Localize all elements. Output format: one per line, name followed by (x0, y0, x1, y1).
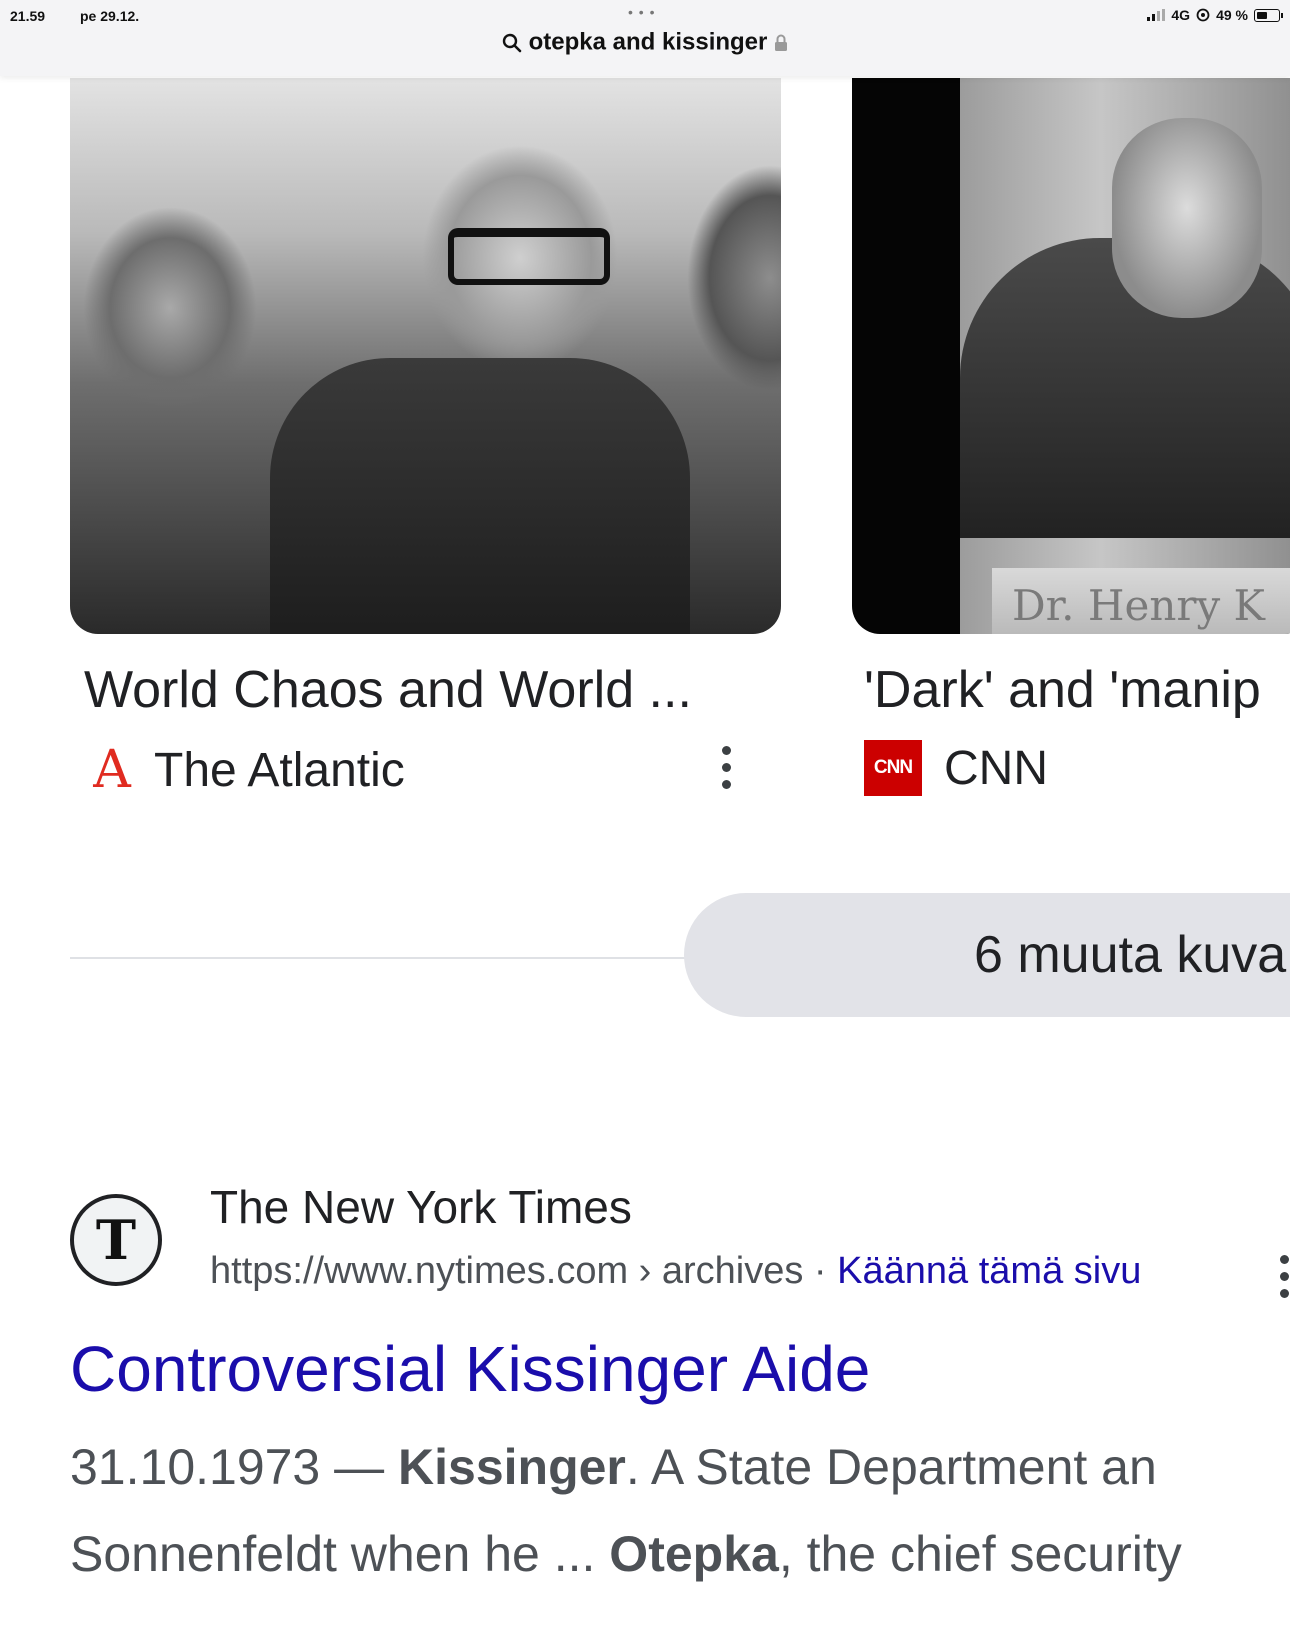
result-site-name[interactable]: The New York Times (210, 1180, 632, 1234)
cnn-logo-icon: CNN (864, 740, 922, 796)
snippet-text: , the chief security (778, 1526, 1182, 1582)
browser-top-bar: 21.59 pe 29.12. • • • 4G 49 % otepka and… (0, 0, 1290, 76)
result-url-line: https://www.nytimes.com › archives · Kää… (210, 1250, 1141, 1293)
status-indicators: 4G 49 % (1147, 7, 1283, 23)
photo-nameplate: Dr. Henry K (992, 568, 1290, 634)
search-icon (502, 33, 522, 52)
the-atlantic-logo-icon: A (93, 740, 131, 800)
source-name: The Atlantic (154, 743, 405, 797)
image-result-title-2[interactable]: 'Dark' and 'manip (864, 660, 1261, 720)
translate-page-link[interactable]: Käännä tämä sivu (837, 1250, 1141, 1292)
orientation-lock-icon (1196, 8, 1210, 22)
result-snippet-line-2: Sonnenfeldt when he ... Otepka, the chie… (70, 1525, 1182, 1583)
lock-icon (775, 34, 788, 51)
image-result-title-1[interactable]: World Chaos and World ... (84, 660, 692, 720)
status-time: 21.59 (10, 8, 46, 24)
image-result-source-2[interactable]: CNN CNN (864, 740, 1048, 796)
status-date: pe 29.12. (80, 8, 140, 24)
address-bar[interactable]: otepka and kissinger (0, 28, 1290, 57)
source-name: CNN (944, 741, 1048, 795)
nyt-logo-icon[interactable]: T (70, 1194, 162, 1286)
network-label: 4G (1171, 7, 1191, 23)
more-images-button[interactable]: 6 muuta kuva (684, 893, 1290, 1017)
result-snippet-line-1: 31.10.1973 — Kissinger. A State Departme… (70, 1438, 1157, 1496)
tab-dots-handle[interactable]: • • • (628, 4, 655, 20)
address-query: otepka and kissinger (528, 28, 768, 56)
snippet-text: . A State Department an (625, 1439, 1157, 1495)
image-result-thumbnail-1[interactable] (70, 78, 781, 634)
result-url[interactable]: https://www.nytimes.com › archives · (210, 1250, 827, 1292)
snippet-highlight: Otepka (609, 1526, 779, 1582)
battery-percent: 49 % (1216, 7, 1248, 23)
image-result-source-1[interactable]: A The Atlantic (92, 740, 405, 800)
more-options-icon[interactable] (722, 746, 731, 789)
search-results-page: 21.59 pe 29.12. • • • 4G 49 % otepka and… (0, 0, 1290, 1652)
snippet-text: Sonnenfeldt when he ... (70, 1526, 610, 1582)
image-result-thumbnail-2[interactable]: Dr. Henry K (852, 78, 1290, 634)
kissinger-press-photo (70, 78, 781, 634)
result-more-options-icon[interactable] (1280, 1255, 1289, 1298)
snippet-highlight: Kissinger (398, 1439, 626, 1495)
section-divider (70, 957, 710, 959)
result-title-link[interactable]: Controversial Kissinger Aide (70, 1332, 870, 1406)
battery-icon (1254, 8, 1283, 22)
signal-icon (1147, 9, 1166, 21)
snippet-date: 31.10.1973 — (70, 1439, 399, 1495)
kissinger-hearing-photo: Dr. Henry K (852, 78, 1290, 634)
